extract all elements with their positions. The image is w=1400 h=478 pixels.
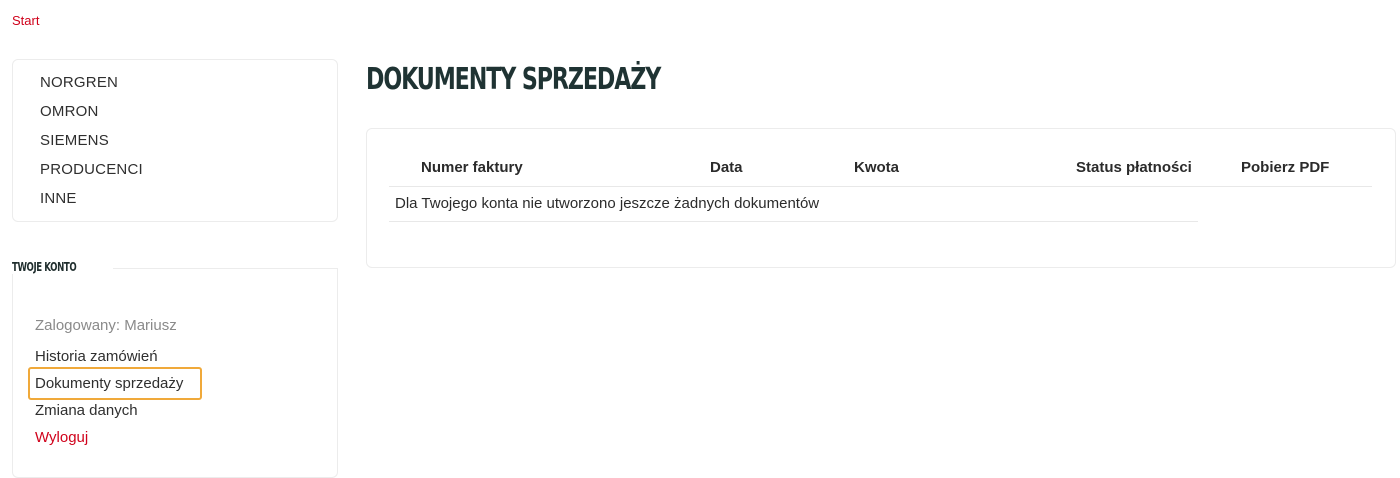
page-title: DOKUMENTY SPRZEDAŻY bbox=[366, 62, 661, 97]
category-panel: NORGREN OMRON SIEMENS PRODUCENCI INNE bbox=[12, 59, 338, 222]
column-header-invoice-number: Numer faktury bbox=[421, 159, 523, 176]
table-empty-message: Dla Twojego konta nie utworzono jeszcze … bbox=[395, 195, 820, 212]
logged-in-user: Zalogowany: Mariusz bbox=[35, 317, 177, 334]
account-heading: TWOJE KONTO bbox=[12, 260, 84, 274]
category-item-omron[interactable]: OMRON bbox=[40, 102, 143, 131]
column-header-download-pdf: Pobierz PDF bbox=[1241, 159, 1330, 176]
category-item-inne[interactable]: INNE bbox=[40, 189, 143, 218]
table-row-divider bbox=[389, 221, 1198, 222]
order-history-link[interactable]: Historia zamówień bbox=[35, 348, 158, 365]
column-header-amount: Kwota bbox=[854, 159, 899, 176]
column-header-date: Data bbox=[710, 159, 743, 176]
logout-link[interactable]: Wyloguj bbox=[35, 429, 88, 446]
category-list: NORGREN OMRON SIEMENS PRODUCENCI INNE bbox=[40, 73, 143, 218]
table-header-divider bbox=[389, 186, 1372, 187]
sales-documents-link[interactable]: Dokumenty sprzedaży bbox=[35, 375, 183, 392]
account-heading-divider bbox=[113, 268, 338, 269]
breadcrumb-start-link[interactable]: Start bbox=[12, 13, 39, 28]
category-item-siemens[interactable]: SIEMENS bbox=[40, 131, 143, 160]
category-item-producenci[interactable]: PRODUCENCI bbox=[40, 160, 143, 189]
column-header-payment-status: Status płatności bbox=[1076, 159, 1192, 176]
category-item-norgren[interactable]: NORGREN bbox=[40, 73, 143, 102]
change-data-link[interactable]: Zmiana danych bbox=[35, 402, 138, 419]
